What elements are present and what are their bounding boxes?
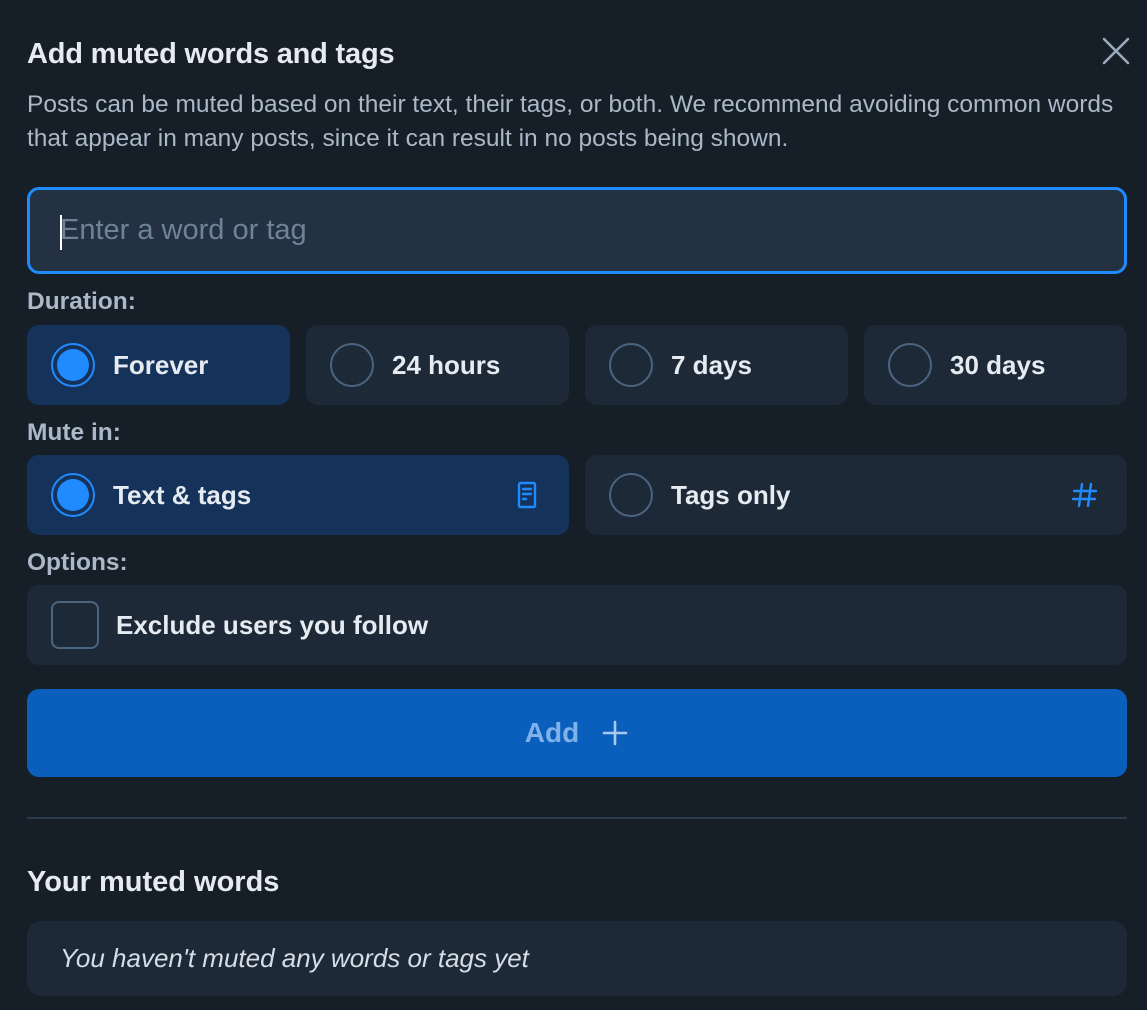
mute-in-label: Mute in: <box>27 419 121 446</box>
exclude-following-checkbox[interactable] <box>51 601 99 649</box>
radio-selected[interactable] <box>51 343 95 387</box>
word-input-field[interactable] <box>27 187 1127 274</box>
add-button[interactable]: Add <box>27 689 1127 777</box>
section-divider <box>27 817 1127 819</box>
plus-icon <box>602 720 628 746</box>
duration-option-30-days[interactable]: 30 days <box>864 325 1127 405</box>
close-icon <box>1102 37 1130 65</box>
exclude-following-option[interactable]: Exclude users you follow <box>27 585 1127 665</box>
hashtag-icon <box>1071 482 1098 508</box>
close-button[interactable] <box>1101 36 1131 66</box>
duration-option-label: 24 hours <box>392 349 501 380</box>
duration-label: Duration: <box>27 288 136 315</box>
exclude-following-label: Exclude users you follow <box>116 609 429 640</box>
duration-option-label: 30 days <box>950 349 1046 380</box>
word-input[interactable] <box>30 190 1124 271</box>
radio-unselected[interactable] <box>888 343 932 387</box>
muted-words-title: Your muted words <box>27 866 280 898</box>
mute-in-option-label: Text & tags <box>113 479 252 510</box>
dialog-description: Posts can be muted based on their text, … <box>27 91 1114 152</box>
radio-dot <box>57 479 89 511</box>
duration-option-label: Forever <box>113 349 209 380</box>
radio-selected[interactable] <box>51 473 95 517</box>
radio-dot <box>57 349 89 381</box>
duration-option-7-days[interactable]: 7 days <box>585 325 848 405</box>
mute-in-option-label: Tags only <box>671 479 791 510</box>
empty-state-message: You haven't muted any words or tags yet <box>60 943 529 973</box>
document-icon <box>517 481 537 509</box>
radio-unselected[interactable] <box>609 343 653 387</box>
mute-in-option-text-and-tags[interactable]: Text & tags <box>27 455 569 535</box>
muted-words-empty-state: You haven't muted any words or tags yet <box>27 921 1127 996</box>
radio-unselected[interactable] <box>330 343 374 387</box>
add-button-label: Add <box>524 717 580 748</box>
radio-unselected[interactable] <box>609 473 653 517</box>
text-caret <box>60 215 62 250</box>
dialog-title: Add muted words and tags <box>27 38 395 70</box>
options-label: Options: <box>27 549 128 576</box>
mute-in-option-tags-only[interactable]: Tags only <box>585 455 1127 535</box>
duration-option-forever[interactable]: Forever <box>27 325 290 405</box>
duration-option-label: 7 days <box>671 349 752 380</box>
duration-option-24-hours[interactable]: 24 hours <box>306 325 569 405</box>
